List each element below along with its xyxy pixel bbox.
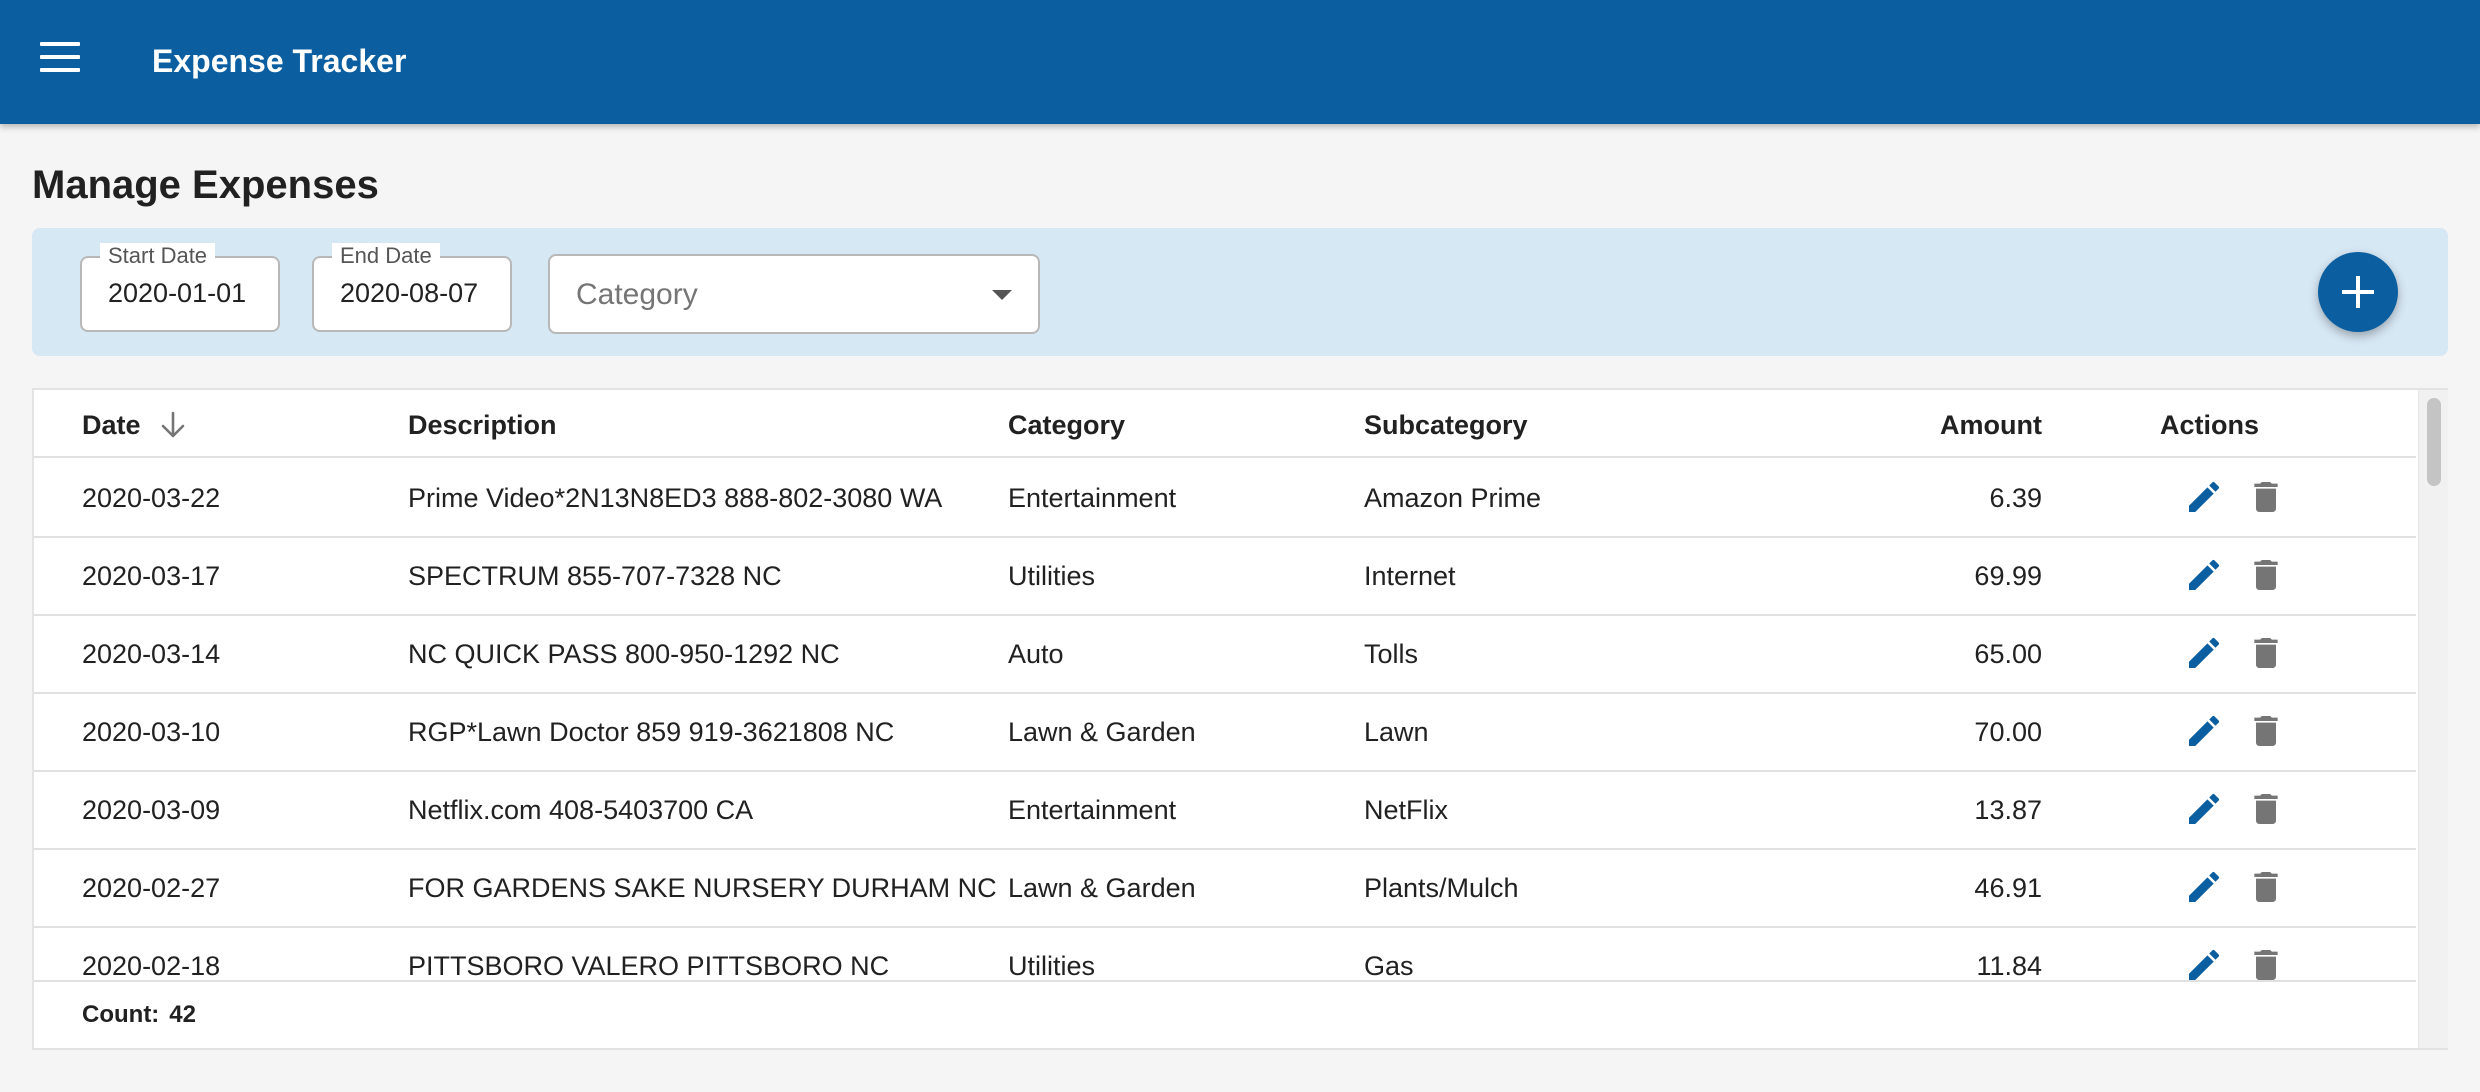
count-value: 42 bbox=[169, 1001, 196, 1028]
column-header-category[interactable]: Category bbox=[1008, 408, 1125, 442]
cell-category: Auto bbox=[1008, 639, 1064, 669]
expenses-table: Date Description Category Subcategory Am… bbox=[32, 388, 2448, 1050]
start-date-field[interactable]: Start Date bbox=[80, 243, 280, 332]
table-row[interactable]: 2020-03-09 Netflix.com 408-5403700 CA Ente… bbox=[34, 772, 2416, 850]
cell-category: Lawn & Garden bbox=[1008, 873, 1196, 903]
pencil-icon[interactable] bbox=[2184, 788, 2224, 830]
cell-description: Prime Video*2N13N8ED3 888-802-3080 WA bbox=[408, 483, 943, 513]
cell-amount: 13.87 bbox=[1974, 795, 2042, 825]
pencil-icon[interactable] bbox=[2184, 554, 2224, 596]
row-count: Count: 42 bbox=[82, 998, 196, 1032]
cell-category: Entertainment bbox=[1008, 483, 1177, 513]
cell-subcategory: Lawn bbox=[1364, 717, 1429, 747]
app-bar: Expense Tracker bbox=[0, 0, 2480, 124]
trash-icon[interactable] bbox=[2246, 554, 2286, 596]
table-row[interactable]: 2020-02-18 PITTSBORO VALERO PITTSBORO NC U… bbox=[34, 928, 2416, 980]
pencil-icon[interactable] bbox=[2184, 476, 2224, 518]
column-header-amount[interactable]: Amount bbox=[1724, 408, 2042, 442]
trash-icon[interactable] bbox=[2246, 710, 2286, 752]
app-title: Expense Tracker bbox=[152, 43, 407, 79]
cell-subcategory: NetFlix bbox=[1364, 795, 1449, 825]
table-row[interactable]: 2020-03-14 NC QUICK PASS 800-950-1292 NC A… bbox=[34, 616, 2416, 694]
cell-category: Lawn & Garden bbox=[1008, 717, 1196, 747]
cell-date: 2020-03-17 bbox=[82, 561, 221, 591]
table-row[interactable]: 2020-03-10 RGP*Lawn Doctor 859 919-362180… bbox=[34, 694, 2416, 772]
start-date-label: Start Date bbox=[100, 243, 216, 269]
cell-date: 2020-03-10 bbox=[82, 717, 221, 747]
table-footer: Count: 42 bbox=[34, 980, 2416, 1048]
end-date-field[interactable]: End Date bbox=[312, 243, 512, 332]
cell-amount: 6.39 bbox=[1989, 483, 2042, 513]
cell-date: 2020-02-27 bbox=[82, 873, 221, 903]
cell-amount: 69.99 bbox=[1974, 561, 2042, 591]
end-date-label: End Date bbox=[332, 243, 440, 269]
cell-subcategory: Tolls bbox=[1364, 639, 1419, 669]
pencil-icon[interactable] bbox=[2184, 710, 2224, 752]
cell-date: 2020-02-18 bbox=[82, 951, 221, 980]
cell-category: Entertainment bbox=[1008, 795, 1177, 825]
cell-description: NC QUICK PASS 800-950-1292 NC bbox=[408, 639, 840, 669]
cell-description: FOR GARDENS SAKE NURSERY DURHAM NC bbox=[408, 873, 997, 903]
arrow-down-icon[interactable] bbox=[160, 411, 186, 439]
cell-category: Utilities bbox=[1008, 951, 1096, 980]
cell-subcategory: Gas bbox=[1364, 951, 1414, 980]
cell-description: PITTSBORO VALERO PITTSBORO NC bbox=[408, 951, 890, 980]
column-header-actions: Actions bbox=[2160, 410, 2260, 440]
table-row[interactable]: 2020-02-27 FOR GARDENS SAKE NURSERY DURHA… bbox=[34, 850, 2416, 928]
cell-description: SPECTRUM 855-707-7328 NC bbox=[408, 561, 782, 591]
trash-icon[interactable] bbox=[2246, 866, 2286, 908]
pencil-icon[interactable] bbox=[2184, 866, 2224, 908]
count-label: Count: bbox=[82, 1001, 160, 1028]
category-placeholder: Category bbox=[576, 278, 698, 311]
filter-bar: Start Date End Date Category bbox=[32, 228, 2448, 356]
table-scrollbar[interactable] bbox=[2418, 390, 2448, 1048]
cell-subcategory: Amazon Prime bbox=[1364, 483, 1542, 513]
category-select[interactable]: Category bbox=[548, 254, 1040, 334]
cell-subcategory: Plants/Mulch bbox=[1364, 873, 1519, 903]
add-expense-button[interactable] bbox=[2318, 252, 2398, 332]
table-header: Date Description Category Subcategory Am… bbox=[34, 390, 2416, 458]
cell-category: Utilities bbox=[1008, 561, 1096, 591]
cell-date: 2020-03-09 bbox=[82, 795, 221, 825]
cell-description: Netflix.com 408-5403700 CA bbox=[408, 795, 754, 825]
trash-icon[interactable] bbox=[2246, 788, 2286, 830]
cell-amount: 70.00 bbox=[1974, 717, 2042, 747]
start-date-input[interactable] bbox=[108, 278, 264, 309]
cell-amount: 65.00 bbox=[1974, 639, 2042, 669]
table-row[interactable]: 2020-03-17 SPECTRUM 855-707-7328 NC Utilit… bbox=[34, 538, 2416, 616]
menu-icon[interactable] bbox=[40, 42, 80, 78]
end-date-input[interactable] bbox=[340, 278, 496, 309]
trash-icon[interactable] bbox=[2246, 632, 2286, 674]
cell-date: 2020-03-14 bbox=[82, 639, 221, 669]
cell-description: RGP*Lawn Doctor 859 919-3621808 NC bbox=[408, 717, 895, 747]
column-header-subcategory[interactable]: Subcategory bbox=[1364, 408, 1528, 442]
trash-icon[interactable] bbox=[2246, 476, 2286, 518]
cell-amount: 11.84 bbox=[1976, 951, 2042, 980]
pencil-icon[interactable] bbox=[2184, 944, 2224, 980]
page-title: Manage Expenses bbox=[32, 163, 379, 207]
column-header-description[interactable]: Description bbox=[408, 408, 557, 442]
cell-date: 2020-03-22 bbox=[82, 483, 221, 513]
cell-amount: 46.91 bbox=[1974, 873, 2042, 903]
trash-icon[interactable] bbox=[2246, 944, 2286, 980]
table-body: 2020-03-22 Prime Video*2N13N8ED3 888-802-… bbox=[34, 460, 2416, 980]
pencil-icon[interactable] bbox=[2184, 632, 2224, 674]
column-header-date-label: Date bbox=[82, 410, 141, 440]
column-header-date[interactable]: Date bbox=[82, 408, 186, 442]
caret-down-icon bbox=[992, 290, 1012, 300]
cell-subcategory: Internet bbox=[1364, 561, 1456, 591]
scrollbar-thumb[interactable] bbox=[2427, 398, 2441, 486]
table-row[interactable]: 2020-03-22 Prime Video*2N13N8ED3 888-802-… bbox=[34, 460, 2416, 538]
